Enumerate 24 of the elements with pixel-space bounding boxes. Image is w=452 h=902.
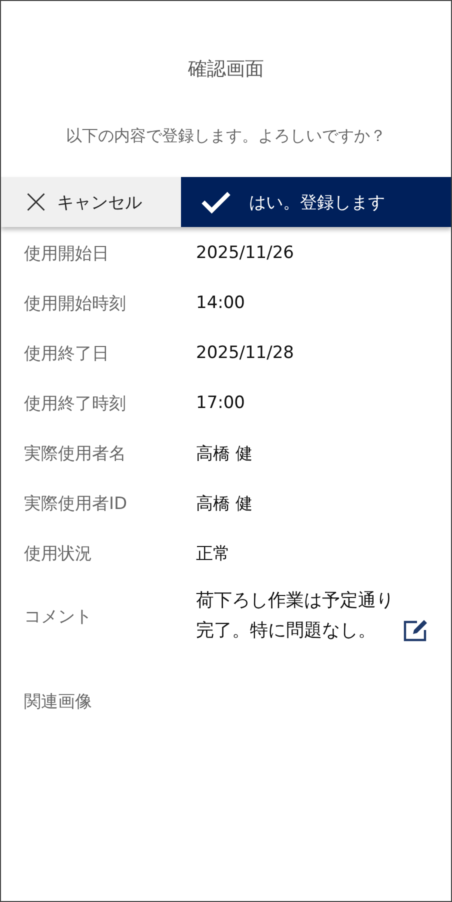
field-label: 使用状況 bbox=[24, 542, 93, 564]
field-label: 実際使用者ID bbox=[24, 492, 128, 514]
field-value: 14:00 bbox=[196, 293, 245, 313]
field-label: 使用開始日 bbox=[24, 242, 110, 264]
comment-text: 荷下ろし作業は予定通り完了。特に問題なし。 bbox=[196, 589, 394, 643]
close-icon bbox=[25, 191, 47, 213]
field-label: 使用終了日 bbox=[24, 342, 110, 364]
field-value: 高橋 健 bbox=[196, 492, 252, 514]
confirm-button[interactable]: はい。登録します bbox=[181, 177, 451, 227]
cancel-button[interactable]: キャンセル bbox=[1, 177, 181, 227]
field-label: 使用開始時刻 bbox=[24, 292, 127, 314]
check-icon bbox=[201, 189, 231, 215]
field-value: 正常 bbox=[196, 542, 230, 564]
screen-title: 確認画面 bbox=[188, 57, 264, 82]
field-label: 関連画像 bbox=[24, 690, 93, 712]
field-label: 使用終了時刻 bbox=[24, 392, 127, 414]
field-label: コメント bbox=[24, 606, 93, 628]
field-value: 2025/11/26 bbox=[196, 243, 294, 263]
field-value: 17:00 bbox=[196, 393, 245, 413]
edit-icon[interactable] bbox=[403, 618, 429, 642]
field-value: 高橋 健 bbox=[196, 442, 252, 464]
field-label: 実際使用者名 bbox=[24, 442, 127, 464]
confirm-message: 以下の内容で登録します。よろしいですか？ bbox=[66, 126, 386, 147]
field-value: 2025/11/28 bbox=[196, 343, 294, 363]
